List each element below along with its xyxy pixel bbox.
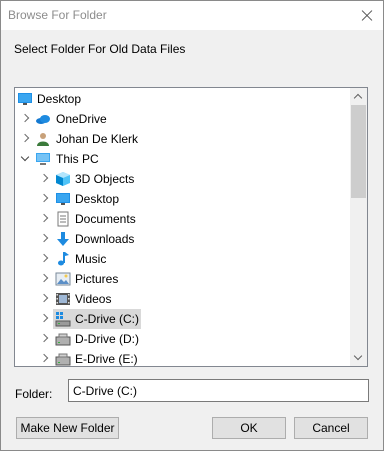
expand-chevron-icon[interactable] [39, 214, 49, 224]
this-pc-icon [35, 151, 51, 167]
tree-item[interactable]: Johan De Klerk [15, 129, 351, 149]
folder-tree[interactable]: Desktop OneDrive Johan De Klerk This PC 3D O… [14, 87, 368, 367]
tree-item[interactable]: Videos [15, 289, 351, 309]
music-icon [55, 251, 71, 267]
drive-icon [55, 351, 71, 366]
tree-item-label: Johan De Klerk [56, 132, 139, 146]
scroll-down-arrow-icon[interactable] [350, 349, 367, 366]
expand-chevron-icon[interactable] [39, 174, 49, 184]
tree-item-label: Music [75, 252, 107, 266]
expand-chevron-icon[interactable] [39, 274, 49, 284]
tree-item-label: C-Drive (C:) [75, 312, 139, 326]
folder-tree-list: Desktop OneDrive Johan De Klerk This PC 3D O… [15, 88, 351, 366]
tree-item-label: D-Drive (D:) [75, 332, 139, 346]
documents-icon [55, 211, 71, 227]
desktop-icon [17, 91, 33, 107]
downloads-icon [55, 231, 71, 247]
ok-button[interactable]: OK [212, 417, 286, 439]
tree-item[interactable]: E-Drive (E:) [15, 349, 351, 366]
tree-item[interactable]: C-Drive (C:) [15, 309, 351, 329]
browse-for-folder-dialog: Browse For Folder Select Folder For Old … [0, 0, 384, 451]
tree-item[interactable]: Music [15, 249, 351, 269]
tree-item-label: E-Drive (E:) [75, 352, 138, 366]
tree-item[interactable]: Desktop [15, 189, 351, 209]
folder-label: Folder: [15, 387, 53, 401]
pictures-icon [55, 271, 71, 287]
expand-chevron-icon[interactable] [39, 194, 49, 204]
collapse-chevron-icon[interactable] [20, 154, 30, 164]
expand-chevron-icon[interactable] [39, 314, 49, 324]
expand-chevron-icon[interactable] [39, 234, 49, 244]
tree-item-label: Pictures [75, 272, 119, 286]
tree-item[interactable]: Downloads [15, 229, 351, 249]
user-folder-icon [35, 131, 51, 147]
expand-chevron-icon[interactable] [39, 254, 49, 264]
tree-item-label: Documents [75, 212, 136, 226]
tree-item-label: Desktop [75, 192, 120, 206]
expand-chevron-icon[interactable] [39, 334, 49, 344]
cancel-button[interactable]: Cancel [294, 417, 368, 439]
expand-chevron-icon[interactable] [20, 134, 30, 144]
title-bar: Browse For Folder [1, 1, 383, 30]
vertical-scrollbar[interactable] [350, 88, 367, 366]
tree-item[interactable]: D-Drive (D:) [15, 329, 351, 349]
scroll-up-arrow-icon[interactable] [350, 88, 367, 105]
onedrive-icon [35, 111, 51, 127]
close-button[interactable] [349, 1, 383, 30]
videos-icon [55, 291, 71, 307]
make-new-folder-button[interactable]: Make New Folder [16, 417, 119, 439]
tree-item[interactable]: 3D Objects [15, 169, 351, 189]
tree-item-label: This PC [56, 152, 99, 166]
drive-icon [55, 331, 71, 347]
tree-item-label: Downloads [75, 232, 135, 246]
expand-chevron-icon[interactable] [39, 354, 49, 364]
tree-item[interactable]: OneDrive [15, 109, 351, 129]
tree-item-label: 3D Objects [75, 172, 135, 186]
tree-item-label: Desktop [37, 92, 82, 106]
window-title: Browse For Folder [8, 8, 107, 22]
3d-objects-icon [55, 171, 71, 187]
tree-item[interactable]: This PC [15, 149, 351, 169]
folder-field[interactable] [68, 379, 369, 402]
scrollbar-thumb[interactable] [351, 105, 366, 198]
expand-chevron-icon[interactable] [20, 114, 30, 124]
windows-drive-icon [55, 311, 71, 327]
tree-item-label: Videos [75, 292, 112, 306]
expand-chevron-icon[interactable] [39, 294, 49, 304]
desktop-icon [55, 191, 71, 207]
tree-item[interactable]: Documents [15, 209, 351, 229]
tree-item-label: OneDrive [56, 112, 107, 126]
tree-item[interactable]: Desktop [15, 89, 351, 109]
tree-item[interactable]: Pictures [15, 269, 351, 289]
dialog-description: Select Folder For Old Data Files [14, 42, 186, 56]
